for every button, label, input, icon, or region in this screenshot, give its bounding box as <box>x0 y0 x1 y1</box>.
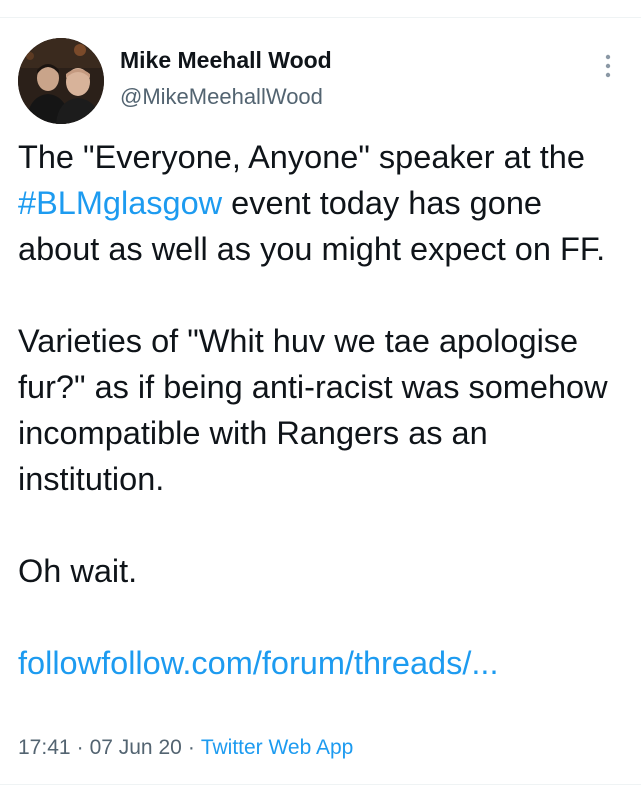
tweet-paragraph-4: followfollow.com/forum/threads/... <box>18 640 623 686</box>
meta-separator: · <box>187 736 195 759</box>
author-name[interactable]: Mike Meehall Wood <box>120 47 332 74</box>
tweet-paragraph-3: Oh wait. <box>18 553 138 589</box>
meta-separator: · <box>76 736 84 759</box>
tweet-time[interactable]: 17:41 <box>18 736 71 759</box>
bottom-divider <box>0 784 641 785</box>
tweet-meta: 17:41 · 07 Jun 20 · Twitter Web App <box>18 736 353 760</box>
tweet-paragraph-1: The "Everyone, Anyone" speaker at the #B… <box>18 134 623 272</box>
avatar[interactable] <box>18 38 104 124</box>
vertical-ellipsis-icon <box>605 54 611 78</box>
tweet-paragraph-2: Varieties of "Whit huv we tae apologise … <box>18 323 608 497</box>
hashtag-link[interactable]: #BLMglasgow <box>18 185 222 221</box>
tweet: Mike Meehall Wood @MikeMeehallWood The "… <box>0 18 641 784</box>
more-options-button[interactable] <box>596 48 620 84</box>
tweet-date[interactable]: 07 Jun 20 <box>90 736 182 759</box>
tweet-source-link[interactable]: Twitter Web App <box>201 736 354 759</box>
author-handle[interactable]: @MikeMeehallWood <box>120 84 323 110</box>
external-link[interactable]: followfollow.com/forum/threads/... <box>18 645 498 681</box>
tweet-text-segment: The "Everyone, Anyone" speaker at the <box>18 139 585 175</box>
tweet-text: The "Everyone, Anyone" speaker at the #B… <box>18 134 623 686</box>
